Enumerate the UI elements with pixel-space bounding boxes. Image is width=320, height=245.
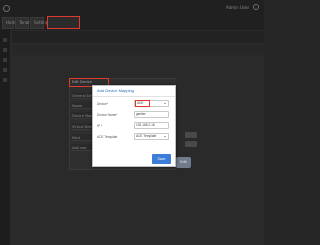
device-row: Device* ADE bbox=[97, 100, 173, 108]
user-menu[interactable]: Admin User bbox=[226, 5, 249, 10]
sidebar-icon[interactable] bbox=[3, 48, 7, 52]
sidebar-icon[interactable] bbox=[3, 68, 7, 72]
ip-label: IP * bbox=[97, 124, 103, 128]
ace-template-label: ACE Template bbox=[97, 135, 118, 139]
gear-icon[interactable] bbox=[253, 4, 259, 10]
tab-home[interactable]: Home bbox=[2, 17, 18, 29]
ace-template-row: ACE Template ACE Template bbox=[97, 133, 173, 141]
name-label: Name bbox=[72, 104, 83, 108]
table-row[interactable] bbox=[12, 45, 264, 55]
save-button[interactable]: Save bbox=[152, 154, 171, 164]
main-header bbox=[12, 31, 264, 43]
ip-field[interactable]: 192.168.2.18 bbox=[134, 122, 169, 129]
add-row-label: Add row bbox=[72, 146, 87, 150]
chevron-down-icon bbox=[164, 136, 166, 137]
edit-button[interactable]: Edit bbox=[176, 157, 191, 168]
device-label: Device* bbox=[97, 102, 108, 106]
ip-row: IP * 192.168.2.18 bbox=[97, 122, 173, 130]
device-select[interactable]: ADE bbox=[134, 100, 169, 107]
next-label: Next bbox=[72, 136, 81, 140]
delete-icon[interactable] bbox=[191, 132, 197, 138]
ace-template-value: ACE Template bbox=[136, 134, 157, 138]
app-logo-icon bbox=[3, 5, 10, 12]
device-name-field[interactable]: gentler bbox=[134, 111, 169, 118]
device-select-value: ADE bbox=[135, 100, 150, 107]
device-name-label: Device Name* bbox=[97, 113, 118, 117]
tab-tenants[interactable]: Tenants bbox=[15, 17, 34, 29]
top-bar: Home Tenants Settings Admin User bbox=[0, 0, 264, 30]
chevron-down-icon bbox=[164, 103, 166, 104]
tab-settings[interactable]: Settings bbox=[30, 17, 50, 29]
delete-icon[interactable] bbox=[191, 141, 197, 147]
ace-template-select[interactable]: ACE Template bbox=[134, 133, 169, 140]
device-name-row: Device Name* gentler bbox=[97, 111, 173, 119]
sidebar-icon[interactable] bbox=[3, 78, 7, 82]
add-device-mapping-modal: Add Device Mapping Device* ADE Device Na… bbox=[92, 85, 176, 167]
highlighted-tab[interactable] bbox=[47, 16, 80, 29]
sidebar-icon[interactable] bbox=[3, 58, 7, 62]
sidebar-icon[interactable] bbox=[3, 38, 7, 42]
sidebar bbox=[0, 30, 10, 245]
modal-title: Add Device Mapping bbox=[93, 86, 175, 97]
